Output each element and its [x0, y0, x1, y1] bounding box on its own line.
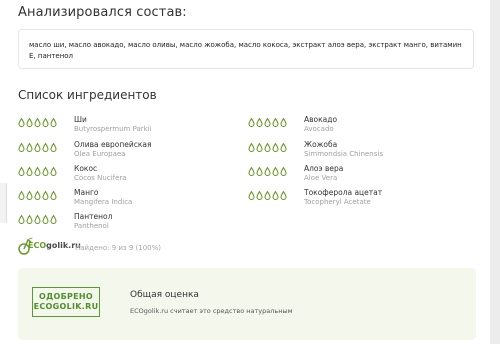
side-feedback-tab[interactable] [0, 183, 7, 223]
drop-icon [26, 118, 33, 127]
drop-icon [272, 191, 279, 200]
ingredients-title: Список ингредиентов [18, 88, 157, 102]
ingredient-name: Пантенол [74, 212, 113, 221]
drop-icon [256, 191, 263, 200]
drop-icon [256, 167, 263, 176]
drop-icon [42, 191, 49, 200]
page-scrollbar[interactable] [490, 0, 500, 344]
drop-icon [50, 143, 57, 152]
rating-drops [248, 143, 287, 152]
drop-icon [264, 191, 271, 200]
drop-icon [280, 118, 287, 127]
drop-icon [42, 167, 49, 176]
rating-drops [248, 167, 287, 176]
drop-icon [280, 167, 287, 176]
drop-icon [248, 118, 255, 127]
drop-icon [34, 191, 41, 200]
rating-drops [18, 143, 57, 152]
composition-box: масло ши, масло авокадо, масло оливы, ма… [18, 29, 474, 69]
drop-icon [18, 143, 25, 152]
ingredient-name: Ши [74, 115, 87, 124]
ingredient-latin-name: Panthenol [74, 222, 109, 230]
summary-title: Общая оценка [130, 290, 199, 300]
drop-icon [42, 215, 49, 224]
ecogolik-logo-text: ECOgolik.ru [28, 241, 81, 250]
ingredient-latin-name: Tocopheryl Acetate [304, 198, 371, 206]
drop-icon [50, 167, 57, 176]
ingredient-latin-name: Avocado [304, 125, 334, 133]
drop-icon [264, 167, 271, 176]
drop-icon [256, 118, 263, 127]
drop-icon [280, 143, 287, 152]
ingredient-latin-name: Mangifera Indica [74, 198, 133, 206]
ingredient-name: Олива европейская [74, 140, 152, 149]
ingredient-name: Токоферола ацетат [304, 188, 383, 197]
ingredient-name: Алоэ вера [304, 164, 344, 173]
summary-description: ECOgolik.ru считает это средство натурал… [130, 307, 293, 315]
drop-icon [26, 143, 33, 152]
ingredient-name: Кокос [74, 164, 98, 173]
drop-icon [264, 118, 271, 127]
drop-icon [248, 167, 255, 176]
drop-icon [50, 118, 57, 127]
rating-drops [248, 191, 287, 200]
found-count: Найдено: 9 из 9 (100%) [75, 244, 162, 252]
drop-icon [272, 167, 279, 176]
drop-icon [34, 167, 41, 176]
ingredient-name: Авокадо [304, 115, 338, 124]
analyzed-title: Анализировался состав: [18, 5, 187, 20]
drop-icon [248, 191, 255, 200]
ingredient-name: Жожоба [304, 140, 338, 149]
drop-icon [42, 118, 49, 127]
drop-icon [280, 191, 287, 200]
drop-icon [50, 191, 57, 200]
drop-icon [26, 167, 33, 176]
drop-icon [50, 215, 57, 224]
drop-icon [34, 215, 41, 224]
drop-icon [34, 143, 41, 152]
ingredient-name: Манго [74, 188, 99, 197]
drop-icon [248, 143, 255, 152]
drop-icon [264, 143, 271, 152]
drop-icon [18, 118, 25, 127]
drop-icon [18, 215, 25, 224]
drop-icon [272, 143, 279, 152]
approved-stamp: ОДОБРЕНО ECOGOLIK.RU [32, 287, 100, 317]
ingredient-item[interactable]: Токоферола ацетат Tocopheryl Acetate [248, 188, 448, 218]
ingredient-latin-name: Olea Europaea [74, 150, 126, 158]
composition-text: масло ши, масло авокадо, масло оливы, ма… [29, 41, 462, 60]
ingredient-latin-name: Butyrospermum Parkii [74, 125, 152, 133]
ingredient-latin-name: Aloe Vera [304, 174, 338, 182]
ingredient-latin-name: Cocos Nucifera [74, 174, 127, 182]
drop-icon [18, 167, 25, 176]
drop-icon [272, 118, 279, 127]
drop-icon [34, 118, 41, 127]
rating-drops [18, 118, 57, 127]
drop-icon [256, 143, 263, 152]
rating-drops [18, 167, 57, 176]
rating-drops [18, 215, 57, 224]
drop-icon [26, 215, 33, 224]
drop-icon [42, 143, 49, 152]
rating-drops [248, 118, 287, 127]
drop-icon [18, 191, 25, 200]
drop-icon [26, 191, 33, 200]
ingredient-latin-name: Simmondsia Chinensis [304, 150, 383, 158]
rating-drops [18, 191, 57, 200]
summary-panel: ОДОБРЕНО ECOGOLIK.RU Общая оценка ECOgol… [18, 268, 476, 340]
